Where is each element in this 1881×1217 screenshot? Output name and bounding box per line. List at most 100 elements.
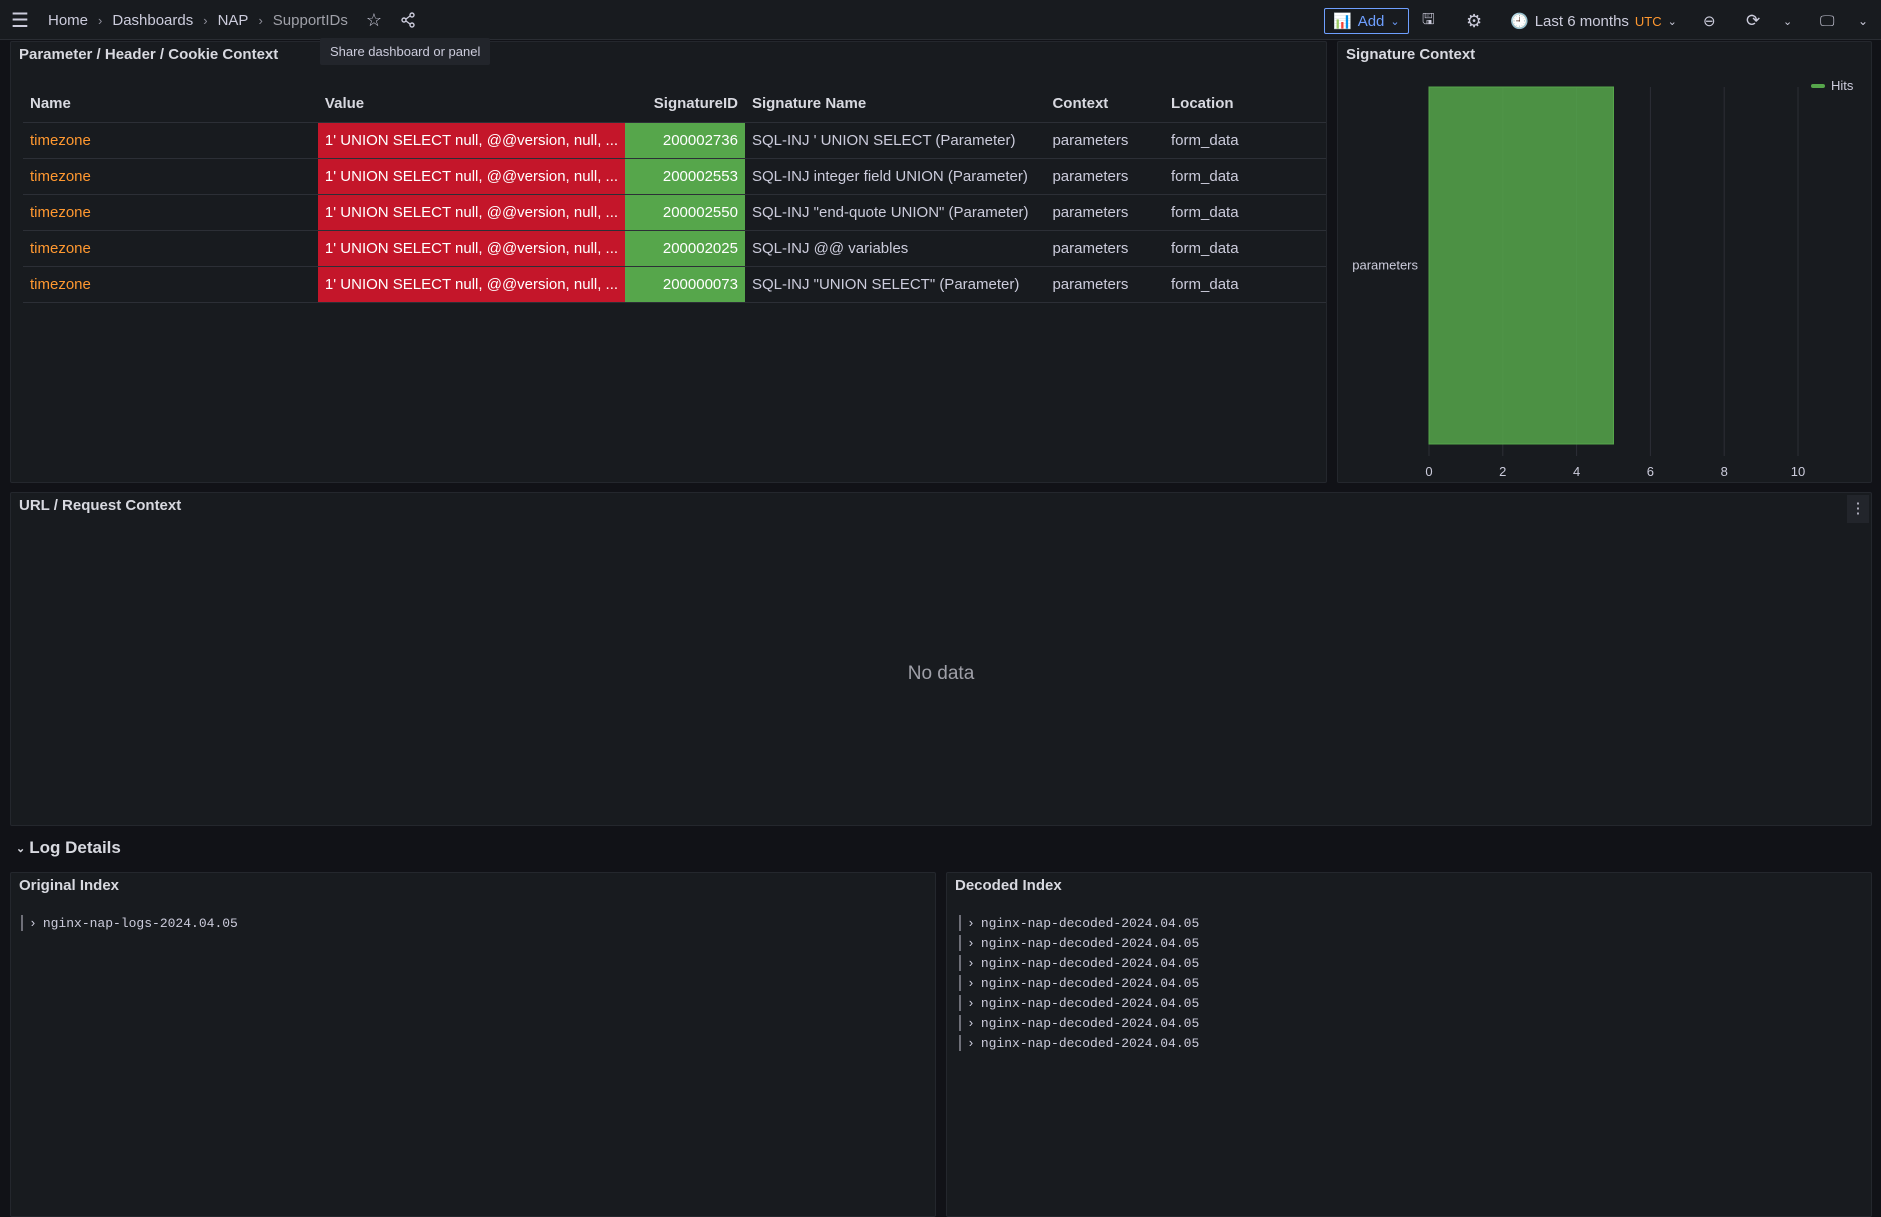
breadcrumb-home[interactable]: Home xyxy=(48,12,88,29)
log-level-bar xyxy=(959,915,961,931)
table-row: timezone 1' UNION SELECT null, @@version,… xyxy=(23,230,1326,267)
log-entry[interactable]: › nginx-nap-decoded-2024.04.05 xyxy=(959,953,1199,973)
chevron-down-icon: ⌄ xyxy=(1390,15,1400,28)
table-cell: parameters xyxy=(1045,122,1165,159)
table-cell: SQL-INJ "end-quote UNION" (Parameter) xyxy=(744,194,1046,231)
panel-title: Original Index xyxy=(19,877,120,894)
log-entry[interactable]: › nginx-nap-decoded-2024.04.05 xyxy=(959,1033,1199,1053)
table-cell: 1' UNION SELECT null, @@version, null, .… xyxy=(317,266,626,303)
star-icon[interactable]: ☆ xyxy=(366,10,382,31)
table-cell: parameters xyxy=(1045,194,1165,231)
time-picker[interactable]: 🕘 Last 6 months UTC ⌄ xyxy=(1510,8,1677,34)
column-header[interactable]: Signature Name xyxy=(744,86,1046,123)
log-entry[interactable]: › nginx-nap-decoded-2024.04.05 xyxy=(959,993,1199,1013)
log-level-bar xyxy=(959,995,961,1011)
x-tick-label: 8 xyxy=(1721,464,1728,479)
log-level-bar xyxy=(959,935,961,951)
menu-icon[interactable]: ☰ xyxy=(10,10,30,32)
share-tooltip: Share dashboard or panel xyxy=(320,38,491,65)
gear-icon[interactable]: ⚙ xyxy=(1466,8,1482,34)
share-icon[interactable] xyxy=(400,12,416,28)
table-cell: SQL-INJ @@ variables xyxy=(744,230,1046,267)
zoom-out-icon[interactable]: ⊖ xyxy=(1703,8,1716,34)
tv-mode-icon[interactable]: 🖵 xyxy=(1820,8,1834,34)
log-entry-text: nginx-nap-decoded-2024.04.05 xyxy=(980,915,1200,931)
table-cell: 200002550 xyxy=(625,194,745,231)
log-entry[interactable]: › nginx-nap-decoded-2024.04.05 xyxy=(959,913,1199,933)
y-category-label: parameters xyxy=(1352,258,1418,273)
log-entry-text: nginx-nap-logs-2024.04.05 xyxy=(42,915,238,931)
add-button[interactable]: 📊 Add ⌄ xyxy=(1324,8,1409,34)
log-level-bar xyxy=(21,915,23,931)
log-level-bar xyxy=(959,1015,961,1031)
table-cell: 200002736 xyxy=(625,122,745,159)
log-entry[interactable]: › nginx-nap-decoded-2024.04.05 xyxy=(959,973,1199,993)
panel-title: URL / Request Context xyxy=(19,497,182,514)
table-cell: form_data xyxy=(1164,158,1326,195)
x-tick-label: 0 xyxy=(1425,464,1432,479)
x-tick-label: 2 xyxy=(1499,464,1506,479)
chevron-down-icon[interactable]: ⌄ xyxy=(1858,8,1868,34)
panel-title: Parameter / Header / Cookie Context xyxy=(19,46,279,63)
x-tick-label: 4 xyxy=(1573,464,1580,479)
chevron-right-icon: › xyxy=(967,995,975,1011)
refresh-interval-chevron-icon[interactable]: ⌄ xyxy=(1783,8,1792,34)
table-cell: SQL-INJ integer field UNION (Parameter) xyxy=(744,158,1046,195)
column-header[interactable]: Context xyxy=(1045,86,1165,123)
column-header[interactable]: Name xyxy=(23,86,318,123)
breadcrumb-dashboards[interactable]: Dashboards xyxy=(112,12,193,29)
chevron-right-icon: › xyxy=(967,935,975,951)
table-cell: 1' UNION SELECT null, @@version, null, .… xyxy=(317,158,626,195)
column-header[interactable]: SignatureID xyxy=(625,86,745,123)
breadcrumb: Home › Dashboards › NAP › SupportIDs ☆ xyxy=(48,0,416,40)
table-cell[interactable]: timezone xyxy=(23,230,318,267)
log-level-bar xyxy=(959,975,961,991)
table-cell[interactable]: timezone xyxy=(23,158,318,195)
log-entry-text: nginx-nap-decoded-2024.04.05 xyxy=(980,1035,1200,1051)
table-cell: parameters xyxy=(1045,266,1165,303)
table-cell[interactable]: timezone xyxy=(23,122,318,159)
log-entry[interactable]: › nginx-nap-logs-2024.04.05 xyxy=(21,913,238,933)
table-cell: 1' UNION SELECT null, @@version, null, .… xyxy=(317,230,626,267)
table-cell: SQL-INJ "UNION SELECT" (Parameter) xyxy=(744,266,1046,303)
table-cell: SQL-INJ ' UNION SELECT (Parameter) xyxy=(744,122,1046,159)
signature-table: Name Value SignatureID Signature Name Co… xyxy=(23,86,1326,303)
top-navbar: ☰ Home › Dashboards › NAP › SupportIDs ☆ 📊 A… xyxy=(0,0,1881,40)
chevron-right-icon: › xyxy=(967,975,975,991)
signature-bar-chart: 0 2 4 6 8 10 parameters Hits xyxy=(1352,78,1854,479)
table-row: timezone 1' UNION SELECT null, @@version,… xyxy=(23,122,1326,159)
table-cell: form_data xyxy=(1164,230,1326,267)
no-data-message: No data xyxy=(907,663,975,684)
table-cell[interactable]: timezone xyxy=(23,266,318,303)
decoded-index-panel: Decoded Index › nginx-nap-decoded-2024.04… xyxy=(946,872,1872,1217)
table-cell: form_data xyxy=(1164,122,1326,159)
refresh-icon[interactable]: ⟳ xyxy=(1746,8,1760,34)
panel-title: Decoded Index xyxy=(955,877,1062,894)
save-icon[interactable]: 🖫 xyxy=(1422,8,1435,34)
table-cell: 1' UNION SELECT null, @@version, null, .… xyxy=(317,194,626,231)
table-cell[interactable]: timezone xyxy=(23,194,318,231)
table-cell: 200002025 xyxy=(625,230,745,267)
column-header[interactable]: Location xyxy=(1164,86,1326,123)
table-cell: 1' UNION SELECT null, @@version, null, .… xyxy=(317,122,626,159)
chevron-down-icon: ⌄ xyxy=(1667,15,1677,28)
chevron-right-icon: › xyxy=(29,915,37,931)
table-row: timezone 1' UNION SELECT null, @@version,… xyxy=(23,158,1326,195)
add-panel-icon: 📊 xyxy=(1333,13,1352,30)
log-entry[interactable]: › nginx-nap-decoded-2024.04.05 xyxy=(959,1013,1199,1033)
table-cell: parameters xyxy=(1045,158,1165,195)
column-header[interactable]: Value xyxy=(317,86,626,123)
table-row: timezone 1' UNION SELECT null, @@version,… xyxy=(23,194,1326,231)
chevron-right-icon: › xyxy=(967,1015,975,1031)
x-tick-label: 10 xyxy=(1791,464,1805,479)
clock-icon: 🕘 xyxy=(1510,13,1529,30)
legend-label: Hits xyxy=(1831,78,1854,93)
breadcrumb-current: SupportIDs xyxy=(272,11,348,29)
log-details-row[interactable]: ⌄ Log Details xyxy=(16,838,121,858)
log-entry-text: nginx-nap-decoded-2024.04.05 xyxy=(980,935,1200,951)
breadcrumb-nap[interactable]: NAP xyxy=(218,12,249,29)
panel-menu-icon[interactable]: ⋮ xyxy=(1847,495,1869,523)
url-context-panel: URL / Request Context ⋮ No data xyxy=(10,492,1872,826)
log-entry[interactable]: › nginx-nap-decoded-2024.04.05 xyxy=(959,933,1199,953)
log-entry-text: nginx-nap-decoded-2024.04.05 xyxy=(980,995,1200,1011)
